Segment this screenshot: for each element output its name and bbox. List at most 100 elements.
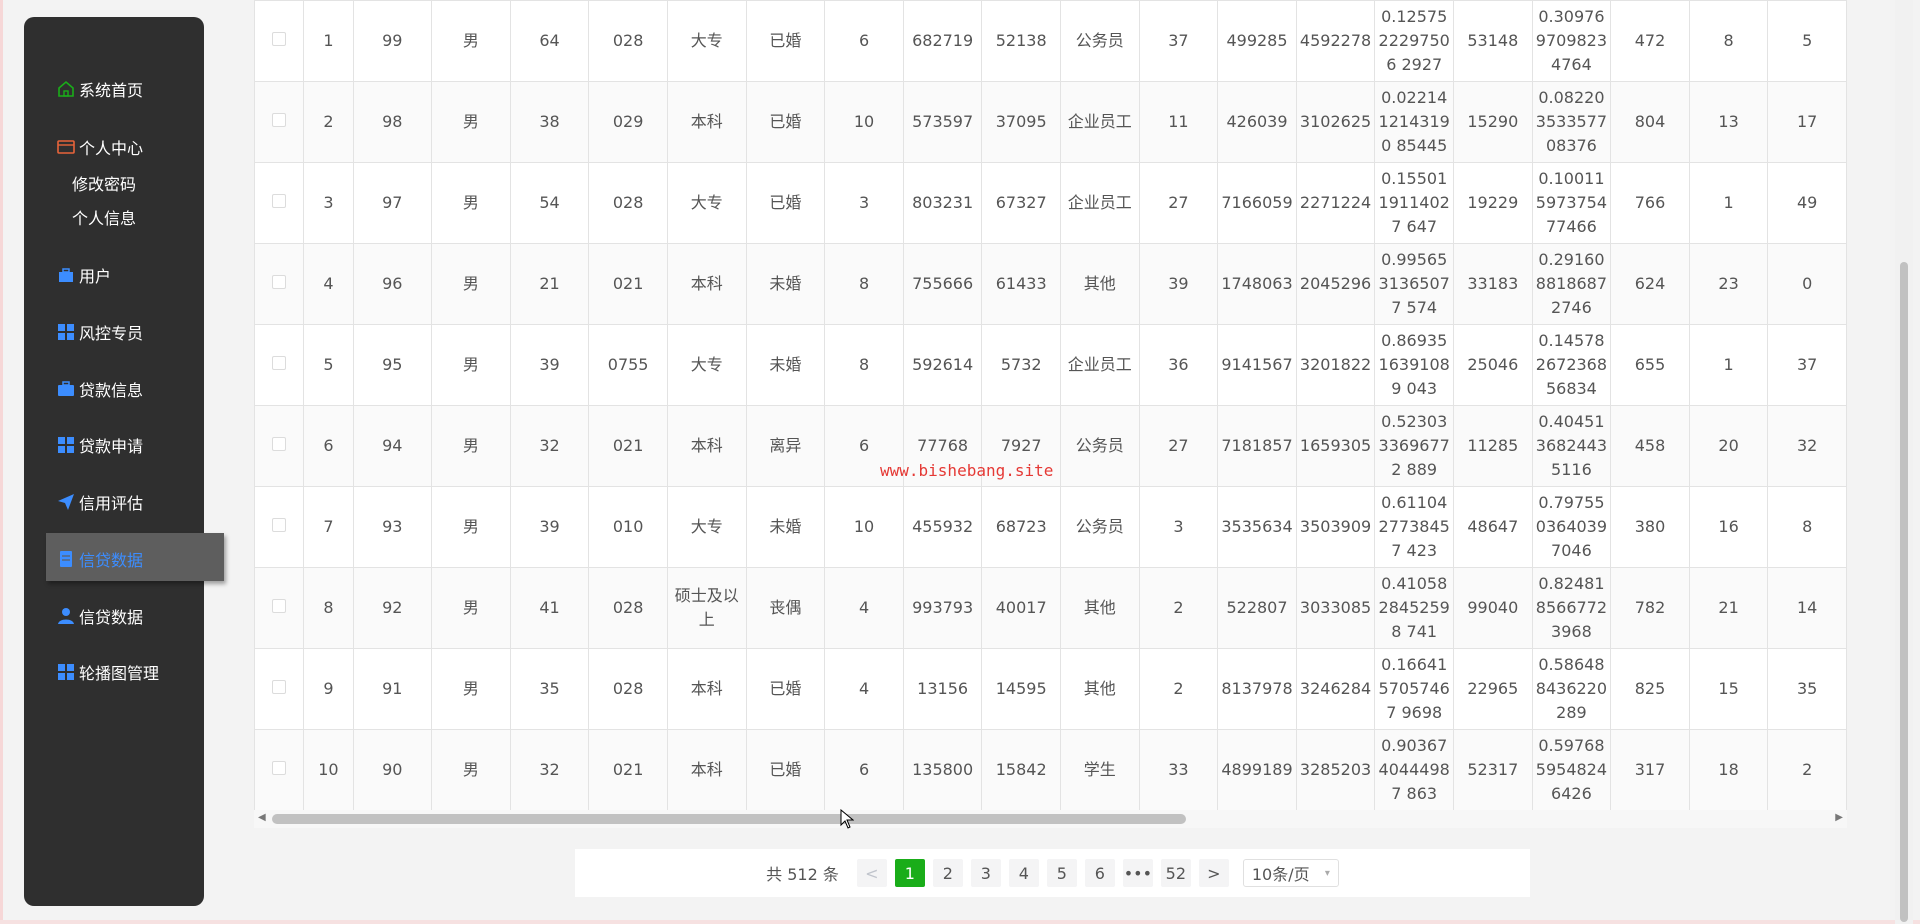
row-checkbox[interactable] [272,599,287,613]
row-checkbox-cell[interactable] [254,81,305,163]
table-cell: 3033085 [1295,567,1376,649]
row-checkbox-cell[interactable] [254,648,305,730]
sidebar-item-credit-data[interactable]: 信贷数据 [57,604,143,628]
page-button-last[interactable]: 52 [1160,859,1191,887]
row-checkbox[interactable] [272,275,287,289]
row-checkbox[interactable] [272,437,287,451]
sidebar-item-users[interactable]: 用户 [57,263,111,287]
sidebar-item-label: 信用评估 [79,494,144,513]
table-cell: 52317 [1453,729,1533,811]
table-cell: 1 [1688,162,1769,244]
table-row[interactable]: 3 97 男 54 028 大专 已婚 3 803231 67327 企业员工 27 7166059 22… [254,162,1847,244]
page-button-3[interactable]: 3 [970,859,1001,887]
table-cell: 6 [824,0,904,82]
row-checkbox-cell[interactable] [254,0,305,82]
table-cell: 17 [1767,81,1847,163]
sidebar-item-home[interactable]: 系统首页 [57,77,143,101]
sidebar-item-credit-evaluation[interactable]: 信用评估 [57,490,143,514]
vertical-scrollbar-thumb[interactable] [1900,262,1908,922]
table-cell: 32 [509,405,590,487]
row-checkbox[interactable] [272,113,287,127]
table-cell: 6 [824,729,904,811]
table-cell: 755666 [902,243,983,325]
row-checkbox[interactable] [272,680,287,694]
sidebar-item-loan-info[interactable]: 贷款信息 [57,377,143,401]
table-cell: 16 [1688,486,1769,568]
row-checkbox-cell[interactable] [254,729,305,811]
row-checkbox-cell[interactable] [254,567,305,649]
sidebar-item-label: 贷款信息 [79,381,144,400]
table-row[interactable]: 8 92 男 41 028 硕士及以上 丧偶 4 993793 40017 其他 2 522807 303… [254,567,1847,649]
table-row[interactable]: 1 99 男 64 028 大专 已婚 6 682719 52138 公务员 37 499285 4592… [254,0,1847,82]
table-row[interactable]: 10 90 男 32 021 本科 已婚 6 135800 15842 学生 33 4899189 328… [254,729,1847,811]
table-row[interactable]: 4 96 男 21 021 本科 未婚 8 755666 61433 其他 39 1748063 2045… [254,243,1847,325]
table-cell: 本科 [666,405,747,487]
table-row[interactable]: 9 91 男 35 028 本科 已婚 4 13156 14595 其他 2 8137978 324628… [254,648,1847,730]
scroll-left-arrow-icon[interactable]: ◀ [258,812,266,823]
table-row[interactable]: 7 93 男 39 010 大专 未婚 10 455932 68723 公务员 3 3535634 350… [254,486,1847,568]
table-cell: 0.404513682443 5116 [1531,405,1612,487]
sidebar-item-label: 系统首页 [79,81,144,100]
row-checkbox[interactable] [272,32,287,46]
sidebar-item-carousel-management[interactable]: 轮播图管理 [57,660,159,684]
table-cell: 029 [588,81,668,163]
table-cell: 5732 [981,324,1061,406]
row-checkbox-cell[interactable] [254,162,305,244]
row-checkbox-cell[interactable] [254,243,305,325]
row-checkbox[interactable] [272,761,287,775]
horizontal-scrollbar-thumb[interactable] [272,814,1186,824]
table-cell: 472 [1610,0,1690,82]
document-icon [57,550,75,568]
table-cell: 25046 [1453,324,1533,406]
chevron-down-icon: ▾ [1324,867,1330,879]
row-checkbox[interactable] [272,194,287,208]
row-checkbox-cell[interactable] [254,324,305,406]
table-cell: 20 [1688,405,1769,487]
page-button-5[interactable]: 5 [1046,859,1077,887]
table-cell: 4 [824,567,904,649]
table-cell: 028 [588,648,668,730]
sidebar-item-risk-officer[interactable]: 风控专员 [57,320,143,344]
submenu-item-personal-info[interactable]: 个人信息 [72,205,136,229]
sidebar-item-credit-data-active[interactable]: 信贷数据 [57,547,143,571]
table-cell: 1748063 [1217,243,1297,325]
row-checkbox-cell[interactable] [254,405,305,487]
row-checkbox-cell[interactable] [254,486,305,568]
table-cell: 11 [1138,81,1219,163]
row-checkbox[interactable] [272,518,287,532]
table-row[interactable]: 2 98 男 38 029 本科 已婚 10 573597 37095 企业员工 11 426039 31… [254,81,1847,163]
table-cell: 3 [1138,486,1219,568]
page-button-4[interactable]: 4 [1008,859,1039,887]
table-cell: 男 [431,648,511,730]
table-cell: 39 [509,324,590,406]
scroll-right-arrow-icon[interactable]: ▶ [1835,812,1843,823]
table-cell: 2 [303,81,354,163]
prev-page-button[interactable]: < [856,859,887,887]
row-checkbox[interactable] [272,356,287,370]
sidebar-item-profile-center[interactable]: 个人中心 [57,135,143,159]
table-cell: 已婚 [745,648,826,730]
table-cell: 0.824818566772 3968 [1531,567,1612,649]
submenu-item-change-password[interactable]: 修改密码 [72,171,136,195]
table-cell: 8 [1688,0,1769,82]
table-cell: 大专 [666,324,747,406]
table-cell: 大专 [666,486,747,568]
page-size-select[interactable]: 10条/页 ▾ [1242,859,1339,887]
page-button-1[interactable]: 1 [894,859,925,887]
table-cell: 男 [431,405,511,487]
next-page-button[interactable]: > [1198,859,1229,887]
page-button-6[interactable]: 6 [1084,859,1115,887]
horizontal-scrollbar[interactable]: ◀ ▶ [254,810,1847,828]
table-cell: 0.9956531365077 574 [1374,243,1455,325]
table-cell: 37 [1767,324,1847,406]
table-cell: 33 [1138,729,1219,811]
table-cell: 592614 [902,324,983,406]
more-pages-ellipsis[interactable]: ••• [1122,859,1153,887]
sidebar-item-loan-application[interactable]: 贷款申请 [57,433,143,457]
table-row[interactable]: 5 95 男 39 0755 大专 未婚 8 592614 5732 企业员工 36 9141567 32… [254,324,1847,406]
table-cell: 公务员 [1059,405,1140,487]
table-cell: 35 [509,648,590,730]
table-cell: 男 [431,0,511,82]
vertical-scrollbar[interactable] [1895,0,1913,924]
page-button-2[interactable]: 2 [932,859,963,887]
